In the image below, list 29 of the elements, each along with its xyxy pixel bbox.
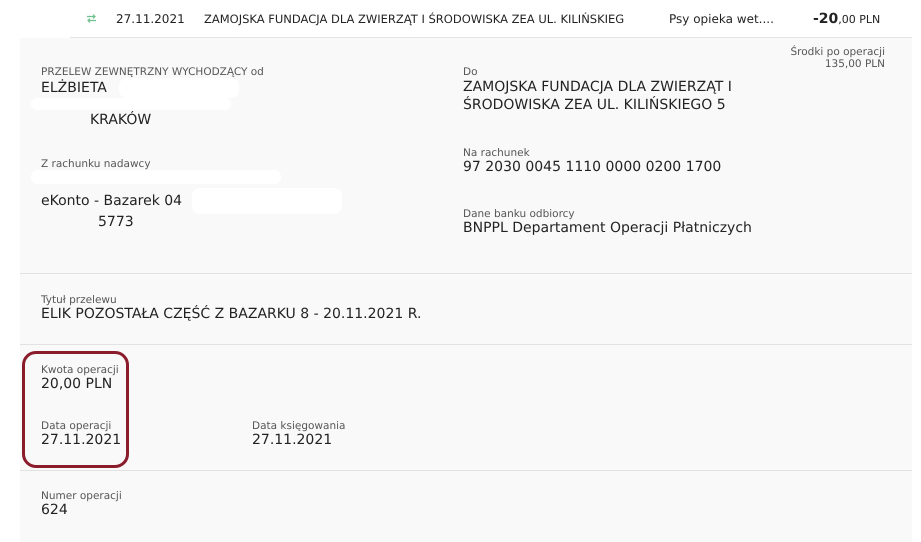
transfer-icon — [86, 14, 97, 23]
operation-date-label: Data operacji — [41, 420, 112, 432]
bank-name: BNPPL Departament Operacji Płatniczych — [463, 220, 752, 236]
operation-number-label: Numer operacji — [41, 489, 122, 502]
account-name: eKonto - Bazarek 04 — [41, 193, 182, 209]
operation-date: 27.11.2021 — [41, 432, 122, 448]
transaction-date: 27.11.2021 — [116, 12, 186, 26]
sender-city: KRAKÓW — [90, 112, 152, 128]
recipient-account: 97 2030 0045 1110 0000 0200 1700 — [463, 159, 722, 175]
booking-date: 27.11.2021 — [252, 432, 332, 448]
transaction-counterparty: ZAMOJSKA FUNDACJA DLA ZWIERZĄT I ŚRODOWISKA ZEA UL. KILIŃSKIEG — [204, 12, 626, 26]
account-number: 5773 — [98, 214, 134, 230]
recipient-account-label: Na rachunek — [463, 147, 530, 159]
amount-label: Kwota operacji — [41, 363, 119, 376]
account-label: Z rachunku nadawcy — [41, 158, 151, 170]
recipient-label: Do — [463, 66, 478, 78]
bank-label: Dane banku odbiorcy — [463, 208, 575, 220]
sender-label: PRZELEW ZEWNĘTRZNY WYCHODZĄCY od — [41, 66, 264, 78]
amount-value: 20,00 PLN — [41, 376, 112, 392]
balance-value: 135,00 PLN — [824, 58, 885, 70]
title-label: Tytuł przelewu — [41, 293, 117, 306]
operation-number: 624 — [41, 502, 68, 518]
transaction-amount: -20,00 PLN — [813, 10, 880, 26]
transaction-category: Psy opieka wet.... — [669, 12, 775, 26]
balance-label: Środki po operacji — [790, 46, 885, 58]
sender-name: ELŻBIETA — [41, 80, 107, 96]
booking-date-label: Data księgowania — [252, 420, 346, 432]
title-value: ELIK POZOSTAŁA CZĘŚĆ Z BAZARKU 8 - 20.11.2021 R. — [41, 306, 422, 322]
recipient-name: ZAMOJSKA FUNDACJA DLA ZWIERZĄT I ŚRODOWISKA ZEA UL. KILIŃSKIEGO 5 — [463, 78, 733, 114]
